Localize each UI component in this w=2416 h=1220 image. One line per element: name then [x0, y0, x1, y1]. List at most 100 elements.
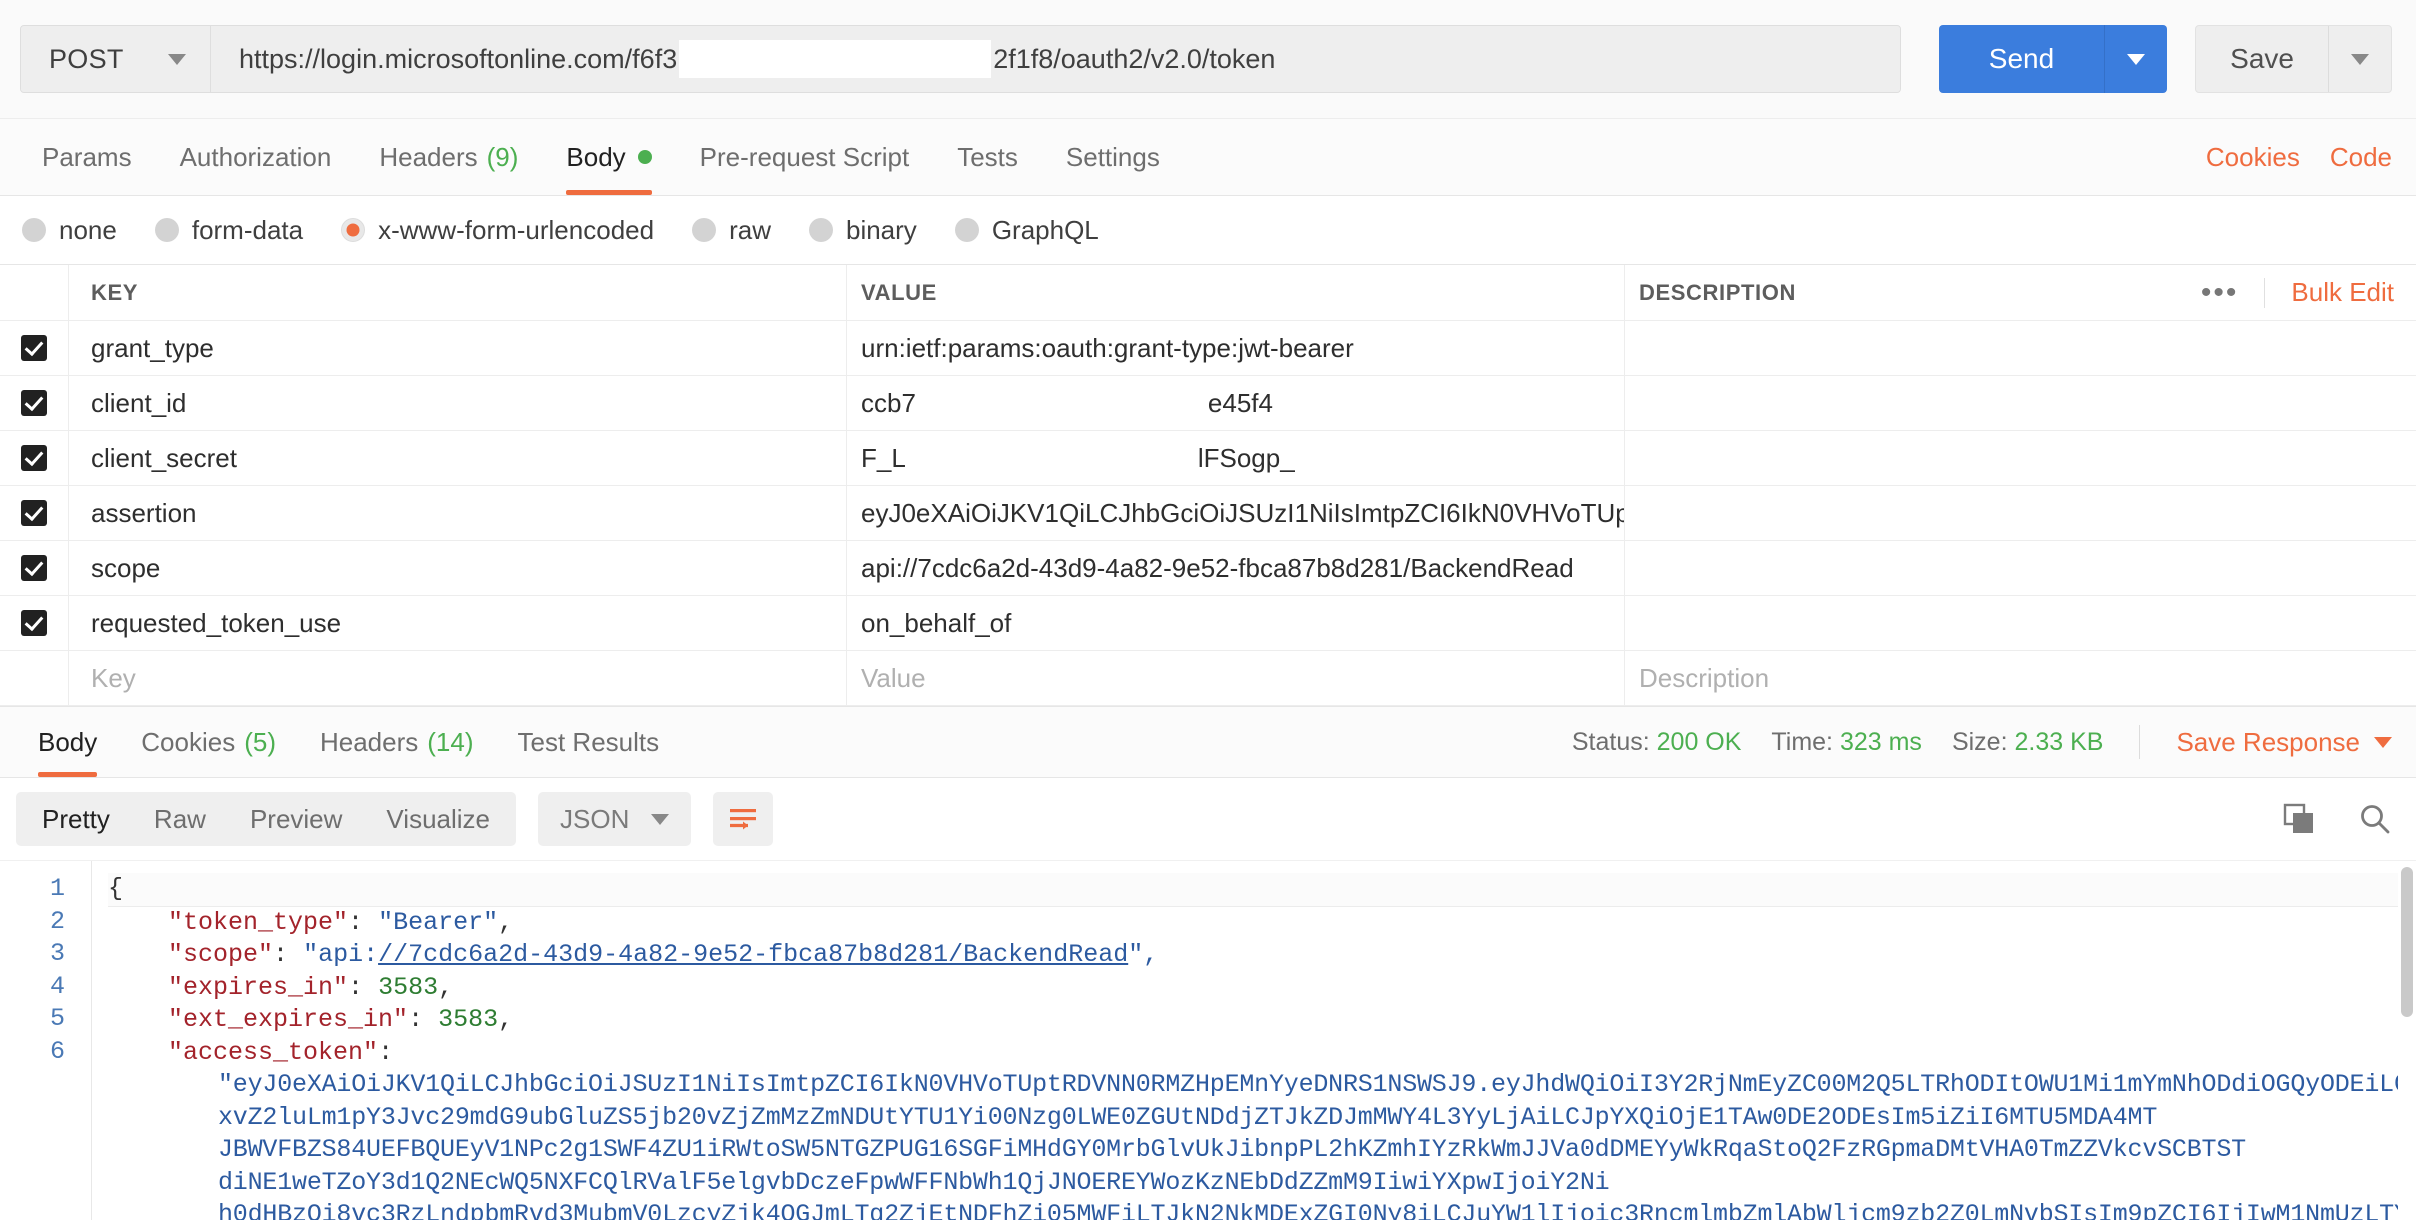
access-token-line: JBWVFBZS84UEFBQUEyV1NPc2g1SWF4ZU1iRWtoSW… [218, 1135, 2246, 1164]
more-options-icon[interactable]: ••• [2175, 277, 2266, 308]
send-button[interactable]: Send [1938, 25, 2106, 93]
row-value-text: api://7cdc6a2d-43d9-4a82-9e52-fbca87b8d2… [861, 552, 1574, 583]
row-key-cell[interactable]: scope [68, 541, 846, 595]
header-description-cell: DESCRIPTION ••• Bulk Edit [1624, 265, 2416, 320]
http-method-dropdown[interactable]: POST [21, 26, 211, 92]
description-placeholder: Description [1639, 662, 1770, 693]
row-description-cell[interactable] [1624, 486, 2416, 540]
response-tab-count: (5) [244, 726, 276, 757]
redaction-box-url [679, 40, 992, 78]
row-key-cell[interactable]: assertion [68, 486, 846, 540]
empty-row-value-cell[interactable]: Value [846, 651, 1624, 705]
size-metric: Size: 2.33 KB [1952, 728, 2104, 757]
row-key-cell[interactable]: client_secret [68, 431, 846, 485]
search-button[interactable] [2358, 802, 2392, 836]
response-tab-headers[interactable]: Headers (14) [298, 707, 496, 777]
line-number: 1 [49, 874, 65, 903]
tab-authorization[interactable]: Authorization [156, 119, 356, 195]
radio-binary[interactable]: binary [808, 215, 917, 246]
table-header-actions: ••• Bulk Edit [2175, 277, 2394, 308]
save-response-button[interactable]: Save Response [2176, 727, 2392, 758]
scope-url-link[interactable]: //7cdc6a2d-43d9-4a82-9e52-fbca87b8d281/B… [378, 940, 1128, 969]
line-number-gutter: 1 2 3 4 5 6 [0, 861, 92, 1220]
response-tab-label: Body [38, 726, 98, 757]
response-format-label: JSON [560, 803, 630, 834]
row-key-cell[interactable]: grant_type [68, 321, 846, 375]
segment-raw[interactable]: Raw [132, 792, 228, 846]
save-button[interactable]: Save [2196, 26, 2329, 92]
copy-button[interactable] [2282, 802, 2316, 836]
segment-pretty[interactable]: Pretty [20, 792, 132, 846]
row-value-cell[interactable]: on_behalf_of [846, 596, 1624, 650]
row-value-cell[interactable]: api://7cdc6a2d-43d9-4a82-9e52-fbca87b8d2… [846, 541, 1624, 595]
row-checkbox[interactable] [21, 500, 47, 526]
table-header-row: KEY VALUE DESCRIPTION ••• Bulk Edit [0, 265, 2416, 321]
json-comma: , [498, 907, 514, 937]
radio-form-data[interactable]: form-data [154, 215, 303, 246]
access-token-line: h0dHBzOi8vc3RzLndpbmRvd3MubmV0LzcyZjk4OG… [218, 1200, 2416, 1220]
code-content[interactable]: { "token_type": "Bearer", "scope": "api:… [92, 861, 2416, 1220]
tab-pre-request-script[interactable]: Pre-request Script [676, 119, 934, 195]
tab-tests[interactable]: Tests [933, 119, 1042, 195]
tab-settings[interactable]: Settings [1042, 119, 1184, 195]
response-tab-body[interactable]: Body [16, 707, 119, 777]
response-tab-test-results[interactable]: Test Results [496, 707, 682, 777]
radio-label: raw [729, 214, 771, 245]
save-options-dropdown[interactable] [2329, 26, 2391, 92]
row-description-cell[interactable] [1624, 431, 2416, 485]
tab-label: Settings [1065, 141, 1160, 172]
wrap-lines-button[interactable] [713, 792, 774, 846]
row-checkbox[interactable] [21, 610, 47, 636]
tab-label: Body [566, 141, 626, 172]
code-link[interactable]: Code [2330, 142, 2392, 173]
editor-scrollbar-thumb[interactable] [2401, 867, 2413, 1017]
radio-x-www-form-urlencoded[interactable]: x-www-form-urlencoded [341, 215, 654, 246]
send-options-dropdown[interactable] [2105, 25, 2168, 93]
tab-body[interactable]: Body [542, 119, 675, 195]
radio-raw[interactable]: raw [692, 215, 771, 246]
row-value-cell[interactable]: F_L lFSogp_ [846, 431, 1624, 485]
row-value-cell[interactable]: urn:ietf:params:oauth:grant-type:jwt-bea… [846, 321, 1624, 375]
chevron-down-icon [2374, 736, 2392, 748]
tab-params[interactable]: Params [18, 119, 156, 195]
redaction-box-client-secret [905, 443, 1198, 473]
tab-headers[interactable]: Headers (9) [355, 119, 542, 195]
response-tab-cookies[interactable]: Cookies (5) [119, 707, 298, 777]
json-number: 3583 [438, 1005, 499, 1034]
table-row: scope api://7cdc6a2d-43d9-4a82-9e52-fbca… [0, 541, 2416, 596]
row-description-cell[interactable] [1624, 376, 2416, 430]
json-comma: , [438, 972, 454, 1002]
row-checkbox[interactable] [21, 390, 47, 416]
line-number: 5 [49, 1004, 65, 1033]
row-value-text-post: lFSogp_ [1197, 442, 1295, 473]
row-key-cell[interactable]: requested_token_use [68, 596, 846, 650]
row-checkbox[interactable] [21, 445, 47, 471]
code-line-5: "ext_expires_in": 3583, [108, 1004, 2416, 1037]
segment-preview[interactable]: Preview [228, 792, 364, 846]
empty-row-key-cell[interactable]: Key [68, 651, 846, 705]
radio-circle-icon [154, 218, 179, 242]
row-value-cell[interactable]: ccb7 e45f4 [846, 376, 1624, 430]
response-body-editor[interactable]: 1 2 3 4 5 6 { "token_type": "Bearer", "s… [0, 860, 2416, 1220]
request-url-input[interactable]: https://login.microsoftonline.com/f6f3 2f… [211, 26, 1900, 92]
row-value-cell[interactable]: eyJ0eXAiOiJKV1QiLCJhbGciOiJSUzI1NiIsImtp… [846, 486, 1624, 540]
row-checkbox[interactable] [21, 555, 47, 581]
row-key-cell[interactable]: client_id [68, 376, 846, 430]
bulk-edit-button[interactable]: Bulk Edit [2265, 277, 2394, 308]
row-description-cell[interactable] [1624, 541, 2416, 595]
row-value-text-post: e45f4 [1207, 387, 1273, 418]
row-description-cell[interactable] [1624, 321, 2416, 375]
tab-label: Authorization [179, 141, 332, 172]
segment-visualize[interactable]: Visualize [364, 792, 512, 846]
response-format-dropdown[interactable]: JSON [538, 792, 692, 846]
row-checkbox[interactable] [21, 335, 47, 361]
row-description-cell[interactable] [1624, 596, 2416, 650]
row-checkbox-cell [0, 376, 68, 430]
radio-graphql[interactable]: GraphQL [954, 215, 1099, 246]
cookies-link[interactable]: Cookies [2206, 142, 2300, 173]
json-colon: : [378, 1037, 394, 1067]
chevron-down-icon [2351, 53, 2369, 65]
empty-row-description-cell[interactable]: Description [1624, 651, 2416, 705]
radio-none[interactable]: none [22, 215, 117, 246]
status-label: Status: [1571, 727, 1650, 756]
